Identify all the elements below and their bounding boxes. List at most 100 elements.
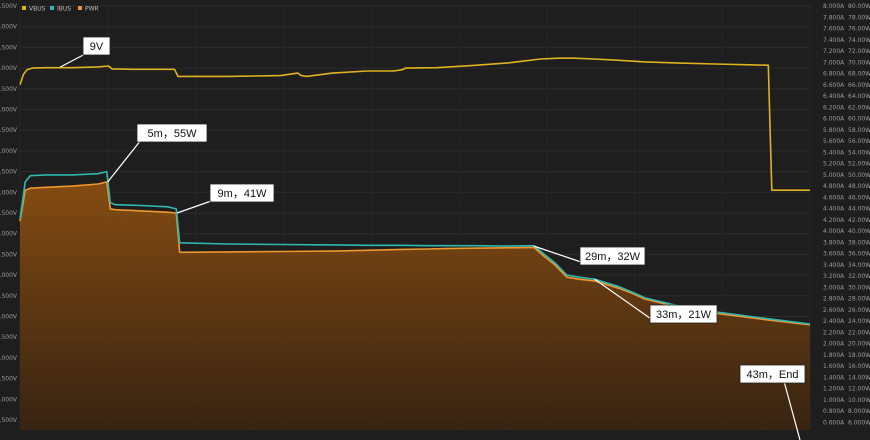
left-tick-label: 8.000V (0, 107, 18, 114)
left-tick-label: 0.500V (0, 3, 18, 10)
current-tick-label: 2.200A (823, 329, 845, 336)
legend-swatch-vbus (22, 6, 26, 10)
left-tick-label: 2.500V (0, 334, 18, 341)
left-tick-label: 5.000V (0, 231, 18, 238)
current-tick-label: 0.600A (823, 419, 845, 426)
power-tick-label: 42.00W (848, 217, 870, 224)
current-tick-label: 2.400A (823, 318, 845, 325)
left-tick-label: 6.500V (0, 169, 18, 176)
power-tick-label: 36.00W (848, 251, 870, 258)
left-tick-label: 3.000V (0, 314, 18, 321)
legend-swatch-ibus (50, 6, 54, 10)
legend: VBUS IBUS PWR (22, 6, 99, 13)
current-tick-label: 1.400A (823, 374, 845, 381)
power-tick-label: 64.00W (848, 93, 870, 100)
current-tick-label: 4.200A (823, 217, 845, 224)
current-tick-label: 6.400A (823, 93, 845, 100)
series-layer (19, 57, 811, 430)
power-tick-label: 20.00W (848, 341, 870, 348)
power-tick-label: 24.00W (848, 318, 870, 325)
current-tick-label: 4.000A (823, 228, 845, 235)
power-tick-label: 68.00W (848, 71, 870, 78)
left-axis: 0.500V 1.000V 9.500V 9.000V 8.500V 8.000V 7.50… (0, 3, 18, 424)
current-tick-label: 5.400A (823, 149, 845, 156)
legend-label-ibus: IBUS (57, 6, 71, 13)
current-tick-label: 7.800A (823, 14, 845, 21)
power-tick-label: 30.00W (848, 284, 870, 291)
current-tick-label: 3.000A (823, 284, 845, 291)
callout-label: 33m，21W (656, 309, 712, 321)
current-tick-label: 7.600A (823, 26, 845, 33)
power-tick-label: 78.00W (848, 14, 870, 21)
current-tick-label: 3.400A (823, 262, 845, 269)
left-tick-label: 6.000V (0, 189, 18, 196)
left-tick-label: 9.000V (0, 65, 18, 72)
current-tick-label: 7.400A (823, 37, 845, 44)
left-tick-label: 2.000V (0, 355, 18, 362)
current-tick-label: 5.600A (823, 138, 845, 145)
power-tick-label: 22.00W (848, 329, 870, 336)
power-tick-label: 10.00W (848, 397, 870, 404)
power-tick-label: 50.00W (848, 172, 870, 179)
power-tick-label: 52.00W (848, 161, 870, 168)
current-tick-label: 2.800A (823, 296, 845, 303)
power-tick-label: 58.00W (848, 127, 870, 134)
current-tick-label: 7.000A (823, 59, 845, 66)
current-tick-label: 6.600A (823, 82, 845, 89)
power-tick-label: 44.00W (848, 206, 870, 213)
current-tick-label: 6.800A (823, 71, 845, 78)
power-tick-label: 32.00W (848, 273, 870, 280)
current-tick-label: 5.000A (823, 172, 845, 179)
power-tick-label: 60.00W (848, 116, 870, 123)
left-tick-label: 1.000V (0, 24, 18, 31)
current-tick-label: 2.600A (823, 307, 845, 314)
left-tick-label: 7.500V (0, 127, 18, 134)
left-tick-label: 4.000V (0, 272, 18, 279)
power-tick-label: 40.00W (848, 228, 870, 235)
power-tick-label: 66.00W (848, 82, 870, 89)
callout-leader (107, 139, 142, 183)
power-tick-label: 56.00W (848, 138, 870, 145)
power-tick-label: 14.00W (848, 374, 870, 381)
right-axis-current: 8.000A 7.800A 7.600A 7.400A 7.200A 7.000A 6.80… (823, 3, 845, 426)
power-tick-label: 80.00W (848, 3, 870, 10)
current-tick-label: 7.200A (823, 48, 845, 55)
left-tick-label: 9.500V (0, 44, 18, 51)
power-tick-label: 54.00W (848, 149, 870, 156)
power-tick-label: 48.00W (848, 183, 870, 190)
callout-label: 9V (90, 41, 104, 53)
current-tick-label: 6.000A (823, 116, 845, 123)
power-tick-label: 12.00W (848, 386, 870, 393)
power-tick-label: 62.00W (848, 104, 870, 111)
current-tick-label: 5.800A (823, 127, 845, 134)
power-tick-label: 28.00W (848, 296, 870, 303)
current-tick-label: 4.400A (823, 206, 845, 213)
current-tick-label: 0.800A (823, 408, 845, 415)
power-tick-label: 76.00W (848, 26, 870, 33)
current-tick-label: 5.200A (823, 161, 845, 168)
current-tick-label: 1.200A (823, 386, 845, 393)
left-tick-label: 1.000V (0, 396, 18, 403)
current-tick-label: 1.800A (823, 352, 845, 359)
callout-label: 5m，55W (148, 128, 198, 140)
power-tick-label: 46.00W (848, 194, 870, 201)
power-tick-label: 72.00W (848, 48, 870, 55)
current-tick-label: 4.600A (823, 194, 845, 201)
right-axis-power: 80.00W 78.00W 76.00W 74.00W 72.00W 70.00W 68.0… (848, 3, 870, 426)
left-tick-label: 7.000V (0, 148, 18, 155)
current-tick-label: 3.200A (823, 273, 845, 280)
left-tick-label: 3.500V (0, 293, 18, 300)
current-tick-label: 1.600A (823, 363, 845, 370)
callout-label: 43m，End (747, 369, 799, 381)
power-chart: 0.500V 1.000V 9.500V 9.000V 8.500V 8.000V 7.50… (0, 3, 870, 440)
power-tick-label: 74.00W (848, 37, 870, 44)
left-tick-label: 8.500V (0, 86, 18, 93)
left-tick-label: 1.500V (0, 376, 18, 383)
power-tick-label: 26.00W (848, 307, 870, 314)
power-tick-label: 16.00W (848, 363, 870, 370)
left-tick-label: 0.500V (0, 417, 18, 424)
legend-swatch-pwr (78, 6, 82, 10)
power-tick-label: 8.000W (848, 408, 870, 415)
current-tick-label: 8.000A (823, 3, 845, 10)
current-tick-label: 2.000A (823, 341, 845, 348)
